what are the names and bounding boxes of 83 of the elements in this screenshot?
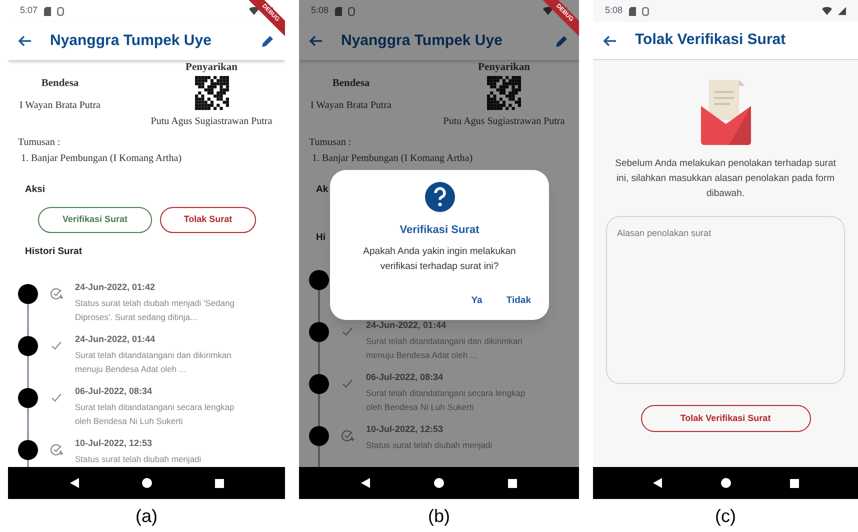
- check-circle-plus-icon: [341, 429, 354, 442]
- signer-name: I Wayan Brata Putra: [20, 98, 100, 113]
- signal-icon: [838, 7, 846, 15]
- check-icon: [341, 377, 354, 390]
- figure-caption: (a): [136, 505, 158, 528]
- recents-square-icon[interactable]: [790, 478, 798, 488]
- history-description: Surat telah ditandatangani secara lengkap oleh Bendesa Ni Luh Sukerti: [366, 386, 526, 414]
- qr-code-icon: [487, 76, 521, 110]
- reject-button[interactable]: Tolak Surat: [160, 207, 256, 233]
- reason-field[interactable]: Alasan penolakan surat: [606, 216, 845, 384]
- verify-button[interactable]: Verifikasi Surat: [38, 207, 152, 233]
- sd-card-icon: [44, 6, 51, 16]
- section-label: Histori Surat: [25, 245, 82, 259]
- check-circle-plus-icon: [50, 443, 63, 456]
- tumusan-item: 1. Banjar Pembungan (I Komang Artha): [20, 152, 182, 166]
- home-circle-icon[interactable]: [434, 478, 444, 488]
- history-description: Surat telah ditandatangani dan dikirimkan menuju Bendesa Adat oleh ...: [366, 334, 524, 362]
- dialog-button[interactable]: Tidak: [502, 294, 535, 308]
- check-icon: [341, 325, 354, 338]
- tumusan-label: Tumusan :: [18, 136, 60, 150]
- qr-code-icon: [194, 76, 228, 110]
- recents-square-icon[interactable]: [214, 478, 224, 488]
- back-triangle-icon[interactable]: [652, 478, 662, 488]
- signer-title: Bendesa: [41, 77, 79, 91]
- app-bar-title: Nyanggra Tumpek Uye: [50, 30, 212, 51]
- home-circle-icon[interactable]: [142, 478, 152, 488]
- history-date: 06-Jul-2022, 08:34: [75, 385, 154, 398]
- history-description: Surat telah ditandatangani secara lengkap oleh Bendesa Ni Luh Sukerti: [75, 400, 236, 428]
- history-description: Surat telah ditandatangani dan dikirimkan menuju Bendesa Adat oleh ...: [75, 348, 232, 376]
- wifi-icon: [249, 7, 259, 15]
- reject-verification-button[interactable]: Tolak Verifikasi Surat: [640, 405, 810, 432]
- app-bar-title: Tolak Verifikasi Surat: [635, 30, 786, 50]
- dialog-message: Apakah Anda yakin ingin melakukan verifikasi terhadap surat ini?: [362, 244, 517, 274]
- dialog-title: Verifikasi Surat: [400, 223, 480, 238]
- dialog-button[interactable]: Ya: [467, 294, 486, 308]
- history-date: 24-Jun-2022, 01:44: [75, 333, 156, 346]
- history-description: Status surat telah diubah menjadi 'Sedang Diproses'. Surat sedang ditinja...: [75, 296, 236, 324]
- notification-icon: [348, 6, 355, 16]
- notification-icon: [642, 6, 649, 16]
- tumusan-item: 1. Banjar Pembungan (I Komang Artha): [311, 152, 473, 166]
- history-description: Status surat telah diubah menjadi: [75, 452, 202, 466]
- section-label: Aksi: [25, 182, 46, 197]
- home-circle-icon[interactable]: [720, 478, 730, 488]
- signer-title: Bendesa: [332, 77, 370, 91]
- history-date: 10-Jul-2022, 12:53: [366, 423, 444, 436]
- section-label: Hi: [316, 230, 326, 245]
- check-circle-plus-icon: [50, 287, 63, 300]
- sd-card-icon: [334, 6, 342, 16]
- back-arrow-icon[interactable]: [18, 35, 32, 47]
- question-icon: [424, 182, 454, 212]
- back-triangle-icon[interactable]: [70, 478, 78, 488]
- history-date: 06-Jul-2022, 08:34: [366, 371, 444, 384]
- notification-icon: [56, 6, 64, 16]
- envelope-letter-icon: [700, 80, 750, 146]
- app-bar-title: Nyanggra Tumpek Uye: [341, 30, 502, 51]
- status-time: 5:08: [311, 4, 329, 18]
- pencil-icon[interactable]: [261, 34, 275, 48]
- wifi-icon: [543, 7, 553, 15]
- figure-caption: (b): [428, 505, 450, 528]
- status-time: 5:07: [20, 4, 38, 18]
- status-time: 5:08: [605, 4, 623, 18]
- sd-card-icon: [628, 6, 636, 16]
- signer-name: I Wayan Brata Putra: [310, 98, 392, 113]
- signer-name: Putu Agus Sugiastrawan Putra: [150, 114, 272, 129]
- tumusan-label: Tumusan :: [309, 136, 352, 150]
- signer-title: Penyarikan: [478, 61, 530, 75]
- wifi-icon: [822, 7, 832, 15]
- check-icon: [50, 339, 63, 352]
- back-arrow-icon[interactable]: [309, 35, 323, 47]
- back-arrow-icon[interactable]: [603, 34, 617, 46]
- instruction-text: Sebelum Anda melakukan penolakan terhadap surat ini, silahkan masukkan alasan penolakan pada form dibawah.: [614, 157, 837, 201]
- recents-square-icon[interactable]: [508, 478, 517, 488]
- check-icon: [50, 391, 63, 404]
- history-description: Status surat telah diubah menjadi: [366, 438, 494, 452]
- section-label: Ak: [316, 182, 328, 197]
- history-date: 24-Jun-2022, 01:44: [366, 319, 448, 332]
- history-date: 10-Jul-2022, 12:53: [75, 437, 154, 450]
- signer-name: Putu Agus Sugiastrawan Putra: [443, 114, 565, 129]
- pencil-icon[interactable]: [555, 34, 569, 48]
- signer-title: Penyarikan: [186, 61, 238, 75]
- back-triangle-icon[interactable]: [361, 478, 370, 488]
- figure-caption: (c): [715, 505, 736, 528]
- history-date: 24-Jun-2022, 01:42: [75, 281, 156, 294]
